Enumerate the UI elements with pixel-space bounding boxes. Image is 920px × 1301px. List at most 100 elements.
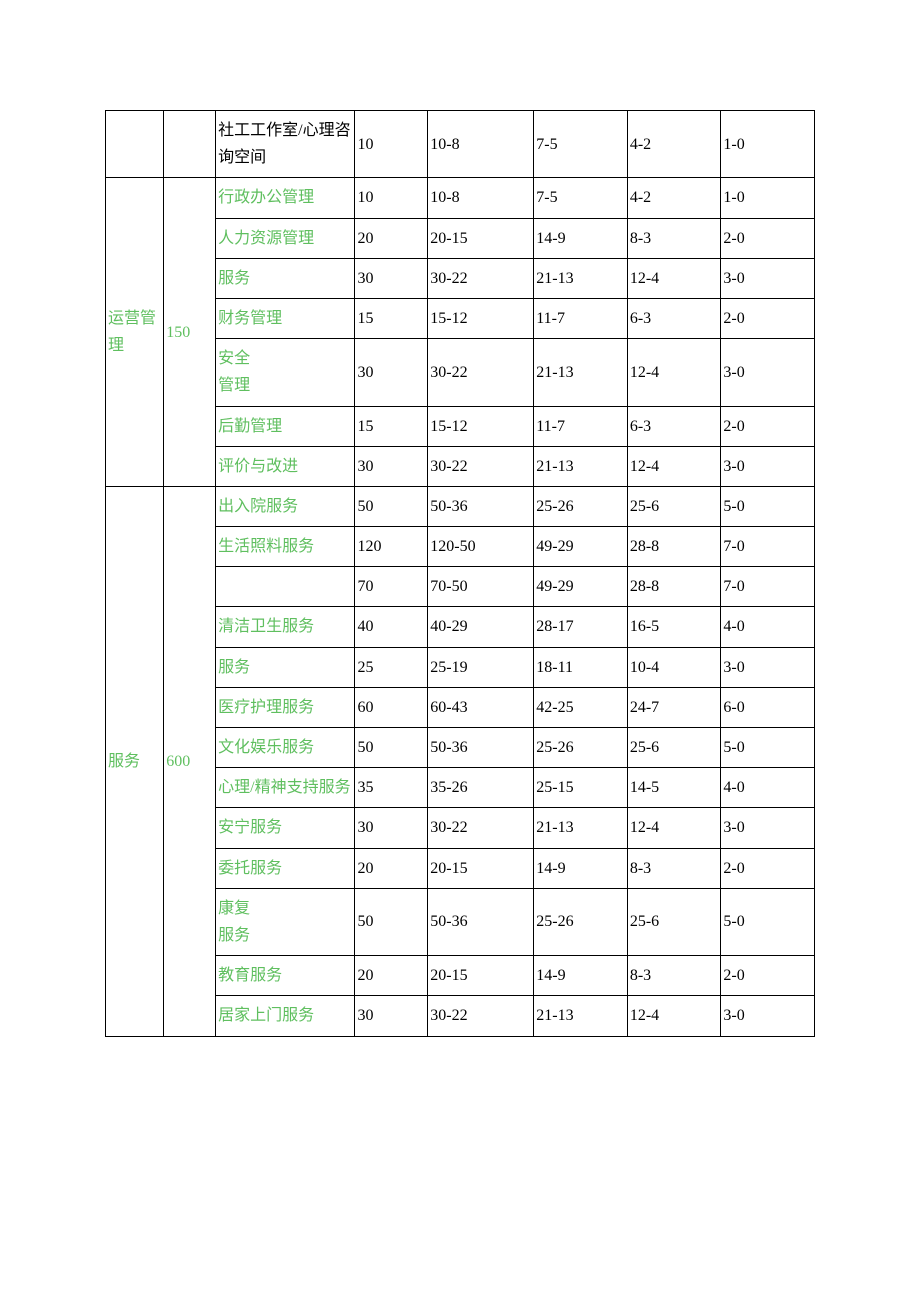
value-cell: 60 (355, 687, 428, 727)
value-cell: 50-36 (428, 888, 534, 955)
item-name-cell: 人力资源管理 (216, 218, 355, 258)
value-cell: 8-3 (627, 218, 721, 258)
value: 12-4 (628, 259, 721, 298)
item-name-cell: 财务管理 (216, 298, 355, 338)
value: 49-29 (534, 527, 627, 566)
value-cell: 25 (355, 647, 428, 687)
value: 16-5 (628, 607, 721, 646)
value: 21-13 (534, 259, 627, 298)
value-cell: 12-4 (627, 258, 721, 298)
value-cell: 28-17 (534, 607, 628, 647)
value-cell: 20 (355, 848, 428, 888)
value: 30-22 (428, 996, 533, 1035)
value-cell: 6-3 (627, 406, 721, 446)
value-cell: 21-13 (534, 996, 628, 1036)
value-cell: 50 (355, 486, 428, 526)
value-cell: 10 (355, 111, 428, 178)
value: 50-36 (428, 902, 533, 941)
value: 2-0 (721, 849, 814, 888)
value: 120-50 (428, 527, 533, 566)
value: 30 (355, 259, 427, 298)
value: 12-4 (628, 996, 721, 1035)
value-cell: 70-50 (428, 567, 534, 607)
value-cell: 15-12 (428, 298, 534, 338)
value: 15-12 (428, 407, 533, 446)
value: 20-15 (428, 849, 533, 888)
value-cell: 20-15 (428, 848, 534, 888)
value-cell: 50 (355, 888, 428, 955)
value: 14-9 (534, 219, 627, 258)
value-cell: 25-26 (534, 486, 628, 526)
item-name-cell: 评价与改进 (216, 446, 355, 486)
value-cell: 3-0 (721, 808, 815, 848)
value: 1-0 (721, 125, 814, 164)
value: 2-0 (721, 219, 814, 258)
value: 10-4 (628, 648, 721, 687)
value-cell: 40 (355, 607, 428, 647)
value: 20 (355, 219, 427, 258)
value: 28-8 (628, 567, 721, 606)
item-name-cell: 服务 (216, 258, 355, 298)
value-cell: 42-25 (534, 687, 628, 727)
value-cell: 14-9 (534, 218, 628, 258)
value-cell: 4-0 (721, 607, 815, 647)
value: 15 (355, 299, 427, 338)
value: 25-6 (628, 487, 721, 526)
value: 35-26 (428, 768, 533, 807)
value: 60 (355, 688, 427, 727)
value-cell: 30 (355, 996, 428, 1036)
item-name: 生活照料服务 (216, 527, 354, 566)
value-cell: 12-4 (627, 339, 721, 406)
value: 2-0 (721, 956, 814, 995)
item-name: 服务 (216, 259, 354, 298)
value: 25 (355, 648, 427, 687)
value: 6-3 (628, 407, 721, 446)
value: 18-11 (534, 648, 627, 687)
item-name: 评价与改进 (216, 447, 354, 486)
value: 40 (355, 607, 427, 646)
item-name: 社工工作室/心理咨询空间 (216, 111, 354, 177)
value-cell: 25-6 (627, 486, 721, 526)
value: 21-13 (534, 996, 627, 1035)
value: 50-36 (428, 487, 533, 526)
value: 30-22 (428, 447, 533, 486)
item-name-cell: 安宁服务 (216, 808, 355, 848)
value-cell: 14-9 (534, 848, 628, 888)
value-cell: 21-13 (534, 258, 628, 298)
value-cell: 30-22 (428, 996, 534, 1036)
value: 5-0 (721, 902, 814, 941)
value-cell: 20-15 (428, 218, 534, 258)
item-name-cell: 社工工作室/心理咨询空间 (216, 111, 355, 178)
value: 30 (355, 808, 427, 847)
value: 28-17 (534, 607, 627, 646)
value-cell: 2-0 (721, 956, 815, 996)
value: 3-0 (721, 259, 814, 298)
table-row: 运营管理150行政办公管理1010-87-54-21-0 (106, 178, 815, 218)
value-cell: 30-22 (428, 339, 534, 406)
category-label: 运营管理 (106, 299, 163, 365)
value: 3-0 (721, 808, 814, 847)
value-cell: 7-5 (534, 111, 628, 178)
value-cell: 2-0 (721, 218, 815, 258)
value-cell: 28-8 (627, 567, 721, 607)
value: 14-9 (534, 956, 627, 995)
value-cell: 10-4 (627, 647, 721, 687)
value-cell: 11-7 (534, 406, 628, 446)
value: 14-9 (534, 849, 627, 888)
item-name-cell: 心理/精神支持服务 (216, 768, 355, 808)
value: 8-3 (628, 219, 721, 258)
item-name-cell (216, 567, 355, 607)
value: 24-7 (628, 688, 721, 727)
value-cell: 20 (355, 218, 428, 258)
value: 50 (355, 487, 427, 526)
item-name: 行政办公管理 (216, 178, 354, 217)
category-cell: 运营管理 (106, 178, 164, 487)
value-cell: 3-0 (721, 258, 815, 298)
value: 8-3 (628, 956, 721, 995)
value: 30-22 (428, 353, 533, 392)
subtotal-value: 600 (164, 742, 215, 781)
item-name-cell: 清洁卫生服务 (216, 607, 355, 647)
item-name-cell: 委托服务 (216, 848, 355, 888)
subtotal-value (164, 138, 215, 150)
item-name-cell: 文化娱乐服务 (216, 728, 355, 768)
